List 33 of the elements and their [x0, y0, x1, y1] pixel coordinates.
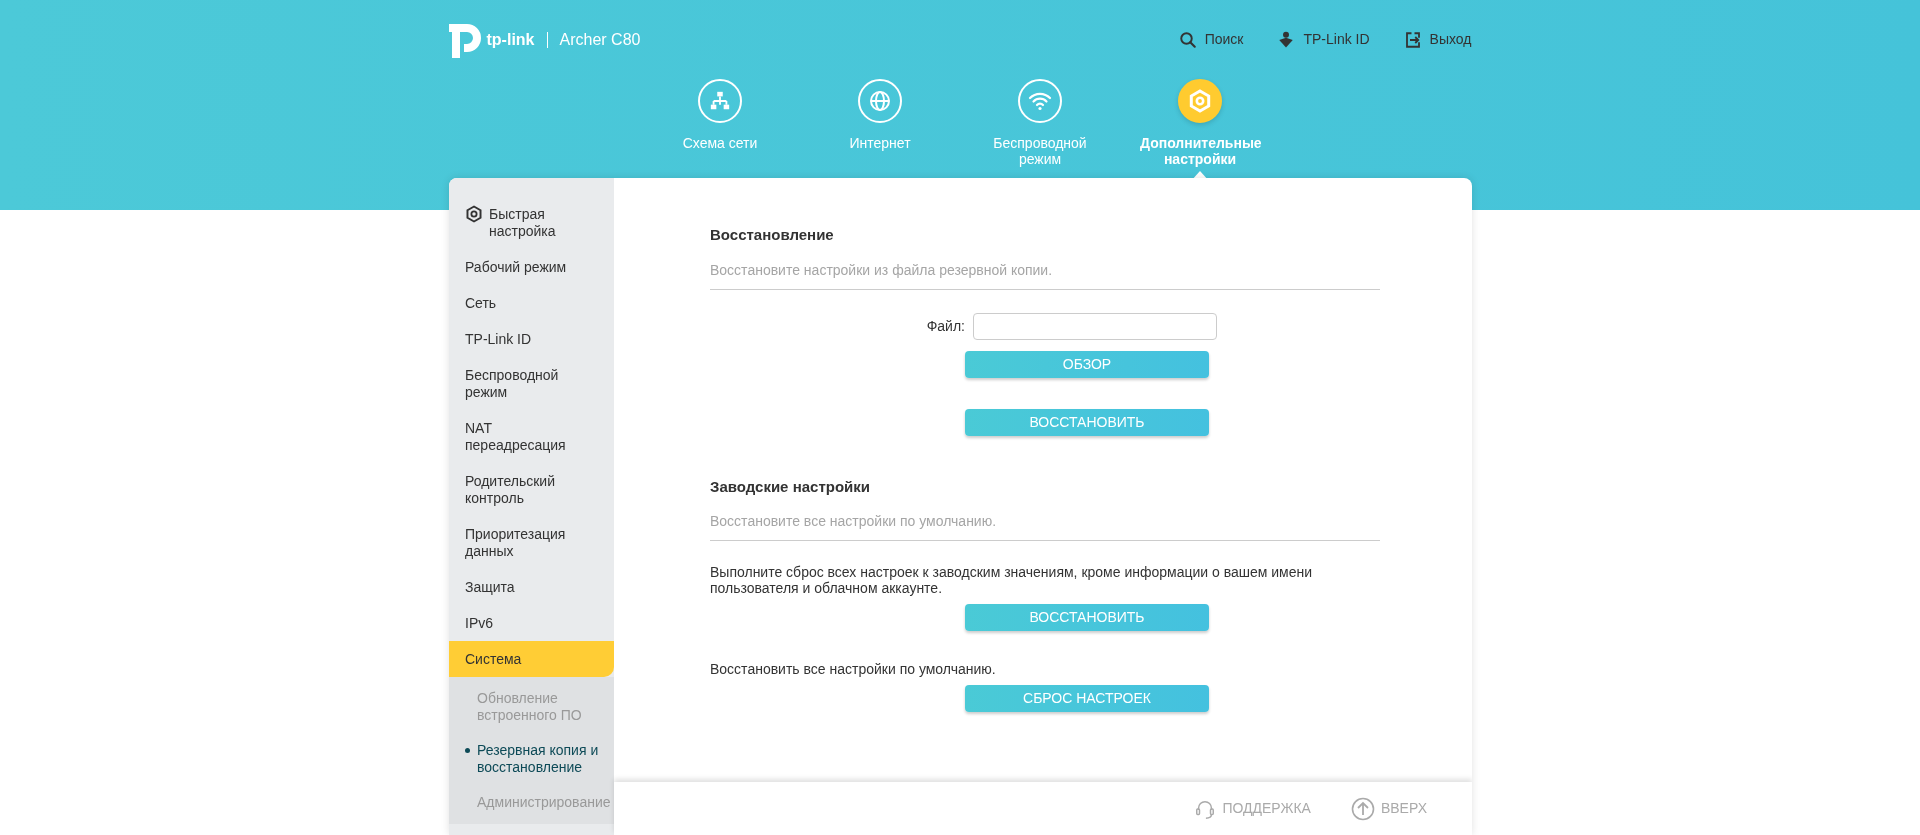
gear-icon	[465, 204, 483, 223]
section-description: Восстановите настройки из файла резервной копии.	[710, 259, 1380, 290]
sidebar-item[interactable]: Быстрая настройка	[449, 196, 614, 249]
search-icon	[1178, 30, 1197, 49]
header-link[interactable]: Поиск	[1178, 29, 1244, 50]
header-link[interactable]: Выход	[1403, 29, 1472, 50]
section-description: Восстановите все настройки по умолчанию.	[710, 511, 1380, 541]
sidebar-item[interactable]: IPv6	[449, 605, 614, 641]
section-title: Заводские настройки	[710, 476, 871, 497]
field-label: Файл:	[925, 316, 965, 336]
sidebar-item[interactable]: TP-Link ID	[449, 321, 614, 357]
logo-icon	[448, 21, 483, 58]
brand-name: tp-link	[486, 29, 535, 50]
sidebar-subitem[interactable]: Резервная копия и восстановление	[449, 733, 614, 785]
sidebar-item[interactable]: Сеть	[449, 285, 614, 321]
header-link[interactable]: TP-Link ID	[1277, 29, 1370, 50]
globe-icon	[868, 89, 892, 113]
section-title: Восстановление	[710, 225, 835, 245]
description-text: Выполните сброс всех настроек к заводским значениям, кроме информации о вашем имени пользователя и облачном аккаунте.	[710, 564, 1314, 596]
gear-icon	[1188, 89, 1212, 113]
logout-icon	[1403, 30, 1422, 49]
sidebar-item[interactable]: Приоритезация данных	[449, 516, 614, 569]
description-text: Восстановить все настройки по умолчанию.	[710, 661, 997, 677]
bullet-icon	[465, 748, 470, 753]
sidebar-item[interactable]: Беспроводной режим	[449, 357, 614, 410]
sidebar-item[interactable]: Рабочий режим	[449, 249, 614, 285]
network-tree-icon	[709, 90, 731, 112]
file-input-field[interactable]	[973, 312, 1217, 340]
sidebar-item[interactable]: NAT переадресация	[449, 410, 614, 463]
sidebar-item[interactable]: Система	[449, 641, 614, 677]
model-name: Archer C80	[559, 29, 641, 50]
sidebar-item[interactable]: Защита	[449, 569, 614, 605]
sidebar-item[interactable]: Родительский контроль	[449, 463, 614, 516]
